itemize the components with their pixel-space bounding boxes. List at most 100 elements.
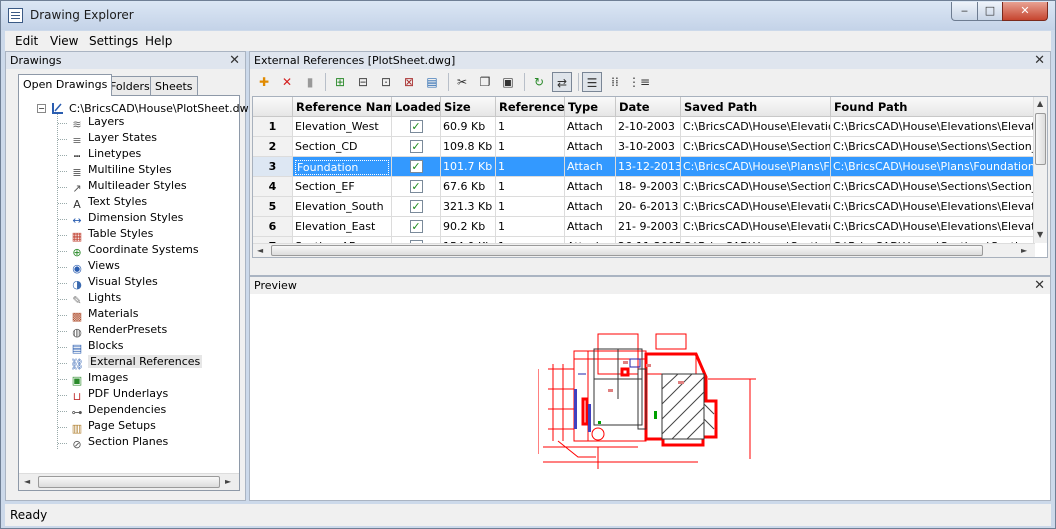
tree-item-layer-states[interactable]: ≡ Layer States: [69, 131, 157, 147]
tree-item-layers[interactable]: ≋ Layers: [69, 115, 124, 131]
tree-item-renderpresets[interactable]: ◍ RenderPresets: [69, 323, 167, 339]
unload-icon[interactable]: ⊠: [399, 72, 419, 92]
row-number[interactable]: 1: [253, 117, 293, 137]
row-number[interactable]: 4: [253, 177, 293, 197]
loaded-cell: ✓: [392, 137, 441, 157]
table-row[interactable]: 1 Elevation_West ✓ 60.9 Kb 1 Attach 2-10-2003 C…: [253, 117, 1035, 137]
menu-settings[interactable]: Settings: [89, 34, 138, 48]
collapse-icon[interactable]: −: [37, 104, 46, 113]
row-number[interactable]: 3: [253, 157, 293, 177]
delete-icon[interactable]: ✕: [277, 72, 297, 92]
small-icons-view-icon[interactable]: ⁞⁞: [605, 72, 625, 92]
preview-panel-header: Preview ✕: [250, 277, 1050, 294]
loaded-checkbox[interactable]: ✓: [409, 140, 423, 153]
tree-view-icon[interactable]: ⋮≡: [628, 72, 650, 92]
detach-icon[interactable]: ⊟: [353, 72, 373, 92]
tree-item-visual-styles[interactable]: ◑ Visual Styles: [69, 275, 158, 291]
open-folder-icon[interactable]: ▤: [422, 72, 442, 92]
tree-item-label: Layer States: [88, 131, 158, 144]
col-header-loaded[interactable]: Loaded: [392, 97, 441, 117]
col-header-reference-name[interactable]: Reference Name: [293, 97, 392, 117]
tree-item-lights[interactable]: ✎ Lights: [69, 291, 121, 307]
tab-folders[interactable]: Folders: [105, 76, 155, 96]
loaded-checkbox[interactable]: ✓: [409, 200, 423, 213]
loaded-checkbox[interactable]: ✓: [409, 220, 423, 233]
col-header-found-path[interactable]: Found Path: [831, 97, 1035, 117]
close-icon[interactable]: ✕: [1034, 53, 1045, 68]
tree-item-coordinate-systems[interactable]: ⊕ Coordinate Systems: [69, 243, 198, 259]
visual-styles-icon: ◑: [72, 278, 82, 291]
sync-icon[interactable]: ⇄: [552, 72, 572, 92]
tree-item-text-styles[interactable]: A Text Styles: [69, 195, 147, 211]
refresh-icon[interactable]: ↻: [529, 72, 549, 92]
table-styles-icon: ▦: [71, 230, 83, 243]
menu-edit[interactable]: Edit: [15, 34, 38, 48]
tree-item-multileader-styles[interactable]: ↗ Multileader Styles: [69, 179, 186, 195]
table-row[interactable]: 3 Foundation ✓ 101.7 Kb 1 Attach 13-12-2013 C:\…: [253, 157, 1035, 177]
attach-icon[interactable]: ⊞: [330, 72, 350, 92]
tree-scroll-thumb[interactable]: [38, 476, 220, 488]
tree-item-dependencies[interactable]: ⊶ Dependencies: [69, 403, 167, 419]
tab-open-drawings[interactable]: Open Drawings: [18, 74, 113, 96]
tree-item-pdf-underlays[interactable]: ⊔ PDF Underlays: [69, 387, 169, 403]
table-row[interactable]: 5 Elevation_South ✓ 321.3 Kb 1 Attach 20- 6-20…: [253, 197, 1035, 217]
loaded-checkbox[interactable]: ✓: [409, 120, 423, 133]
tree-item-materials[interactable]: ▩ Materials: [69, 307, 139, 323]
scroll-down-icon[interactable]: ▼: [1037, 230, 1043, 239]
row-number[interactable]: 6: [253, 217, 293, 237]
table-row[interactable]: 2 Section_CD ✓ 109.8 Kb 1 Attach 3-10-2003 C:\B…: [253, 137, 1035, 157]
details-view-icon[interactable]: ☰: [582, 72, 602, 92]
tree-item-table-styles[interactable]: ▦ Table Styles: [69, 227, 154, 243]
col-header-date[interactable]: Date: [616, 97, 681, 117]
purge-icon[interactable]: ▮: [300, 72, 320, 92]
reload-icon[interactable]: ⊡: [376, 72, 396, 92]
tree-item-page-setups[interactable]: ▥ Page Setups: [69, 419, 156, 435]
col-header-saved-path[interactable]: Saved Path: [681, 97, 831, 117]
tree-item-linetypes[interactable]: ┅ Linetypes: [69, 147, 142, 163]
close-window-button[interactable]: ✕: [1002, 2, 1048, 21]
maximize-button[interactable]: □: [977, 2, 1003, 21]
col-header-type[interactable]: Type: [565, 97, 616, 117]
tree-item-label: Layers: [88, 115, 125, 128]
tree-item-blocks[interactable]: ▤ Blocks: [69, 339, 124, 355]
new-icon[interactable]: ✚: [254, 72, 274, 92]
close-icon[interactable]: ✕: [229, 53, 240, 68]
minimize-button[interactable]: ‒: [951, 2, 978, 21]
scroll-left-icon[interactable]: ◄: [257, 246, 263, 255]
table-row[interactable]: 4 Section_EF ✓ 67.6 Kb 1 Attach 18- 9-2003 C:\B…: [253, 177, 1035, 197]
tree-item-external-references[interactable]: ⛓ External References: [69, 355, 203, 371]
scroll-right-icon[interactable]: ►: [1021, 246, 1027, 255]
col-header-size[interactable]: Size: [441, 97, 496, 117]
tree-item-images[interactable]: ▣ Images: [69, 371, 128, 387]
scroll-left-icon[interactable]: ◄: [24, 477, 30, 486]
table-horizontal-scrollbar[interactable]: ◄ ►: [253, 243, 1035, 257]
col-header-references[interactable]: References: [496, 97, 565, 117]
scroll-right-icon[interactable]: ►: [225, 477, 231, 486]
menu-view[interactable]: View: [50, 34, 78, 48]
tree-item-views[interactable]: ◉ Views: [69, 259, 120, 275]
tree-item-label: Text Styles: [88, 195, 148, 208]
loaded-checkbox[interactable]: ✓: [409, 180, 423, 193]
reference-name-edit[interactable]: Foundation: [295, 160, 389, 175]
menu-help[interactable]: Help: [145, 34, 172, 48]
size-cell: 109.8 Kb: [441, 137, 496, 157]
tree-item-dimension-styles[interactable]: ↔ Dimension Styles: [69, 211, 183, 227]
reference-name-cell[interactable]: Foundation: [293, 157, 392, 177]
tree-item-section-planes[interactable]: ⊘ Section Planes: [69, 435, 168, 451]
tree-item-label: Page Setups: [88, 419, 156, 432]
close-icon[interactable]: ✕: [1034, 278, 1045, 293]
table-vertical-scrollbar[interactable]: ▲ ▼: [1033, 97, 1047, 243]
table-row[interactable]: 6 Elevation_East ✓ 90.2 Kb 1 Attach 21- 9-2003…: [253, 217, 1035, 237]
table-vscroll-thumb[interactable]: [1035, 113, 1046, 165]
cut-icon[interactable]: ✂: [452, 72, 472, 92]
copy-icon[interactable]: ❐: [475, 72, 495, 92]
row-number[interactable]: 2: [253, 137, 293, 157]
loaded-checkbox[interactable]: ✓: [409, 160, 423, 173]
row-number[interactable]: 5: [253, 197, 293, 217]
tree-horizontal-scrollbar[interactable]: ◄ ►: [19, 473, 239, 490]
tree-item-multiline-styles[interactable]: ≣ Multiline Styles: [69, 163, 171, 179]
scroll-up-icon[interactable]: ▲: [1037, 99, 1043, 108]
tab-sheets[interactable]: Sheets: [150, 76, 198, 96]
table-hscroll-thumb[interactable]: [271, 245, 983, 256]
paste-icon[interactable]: ▣: [498, 72, 518, 92]
